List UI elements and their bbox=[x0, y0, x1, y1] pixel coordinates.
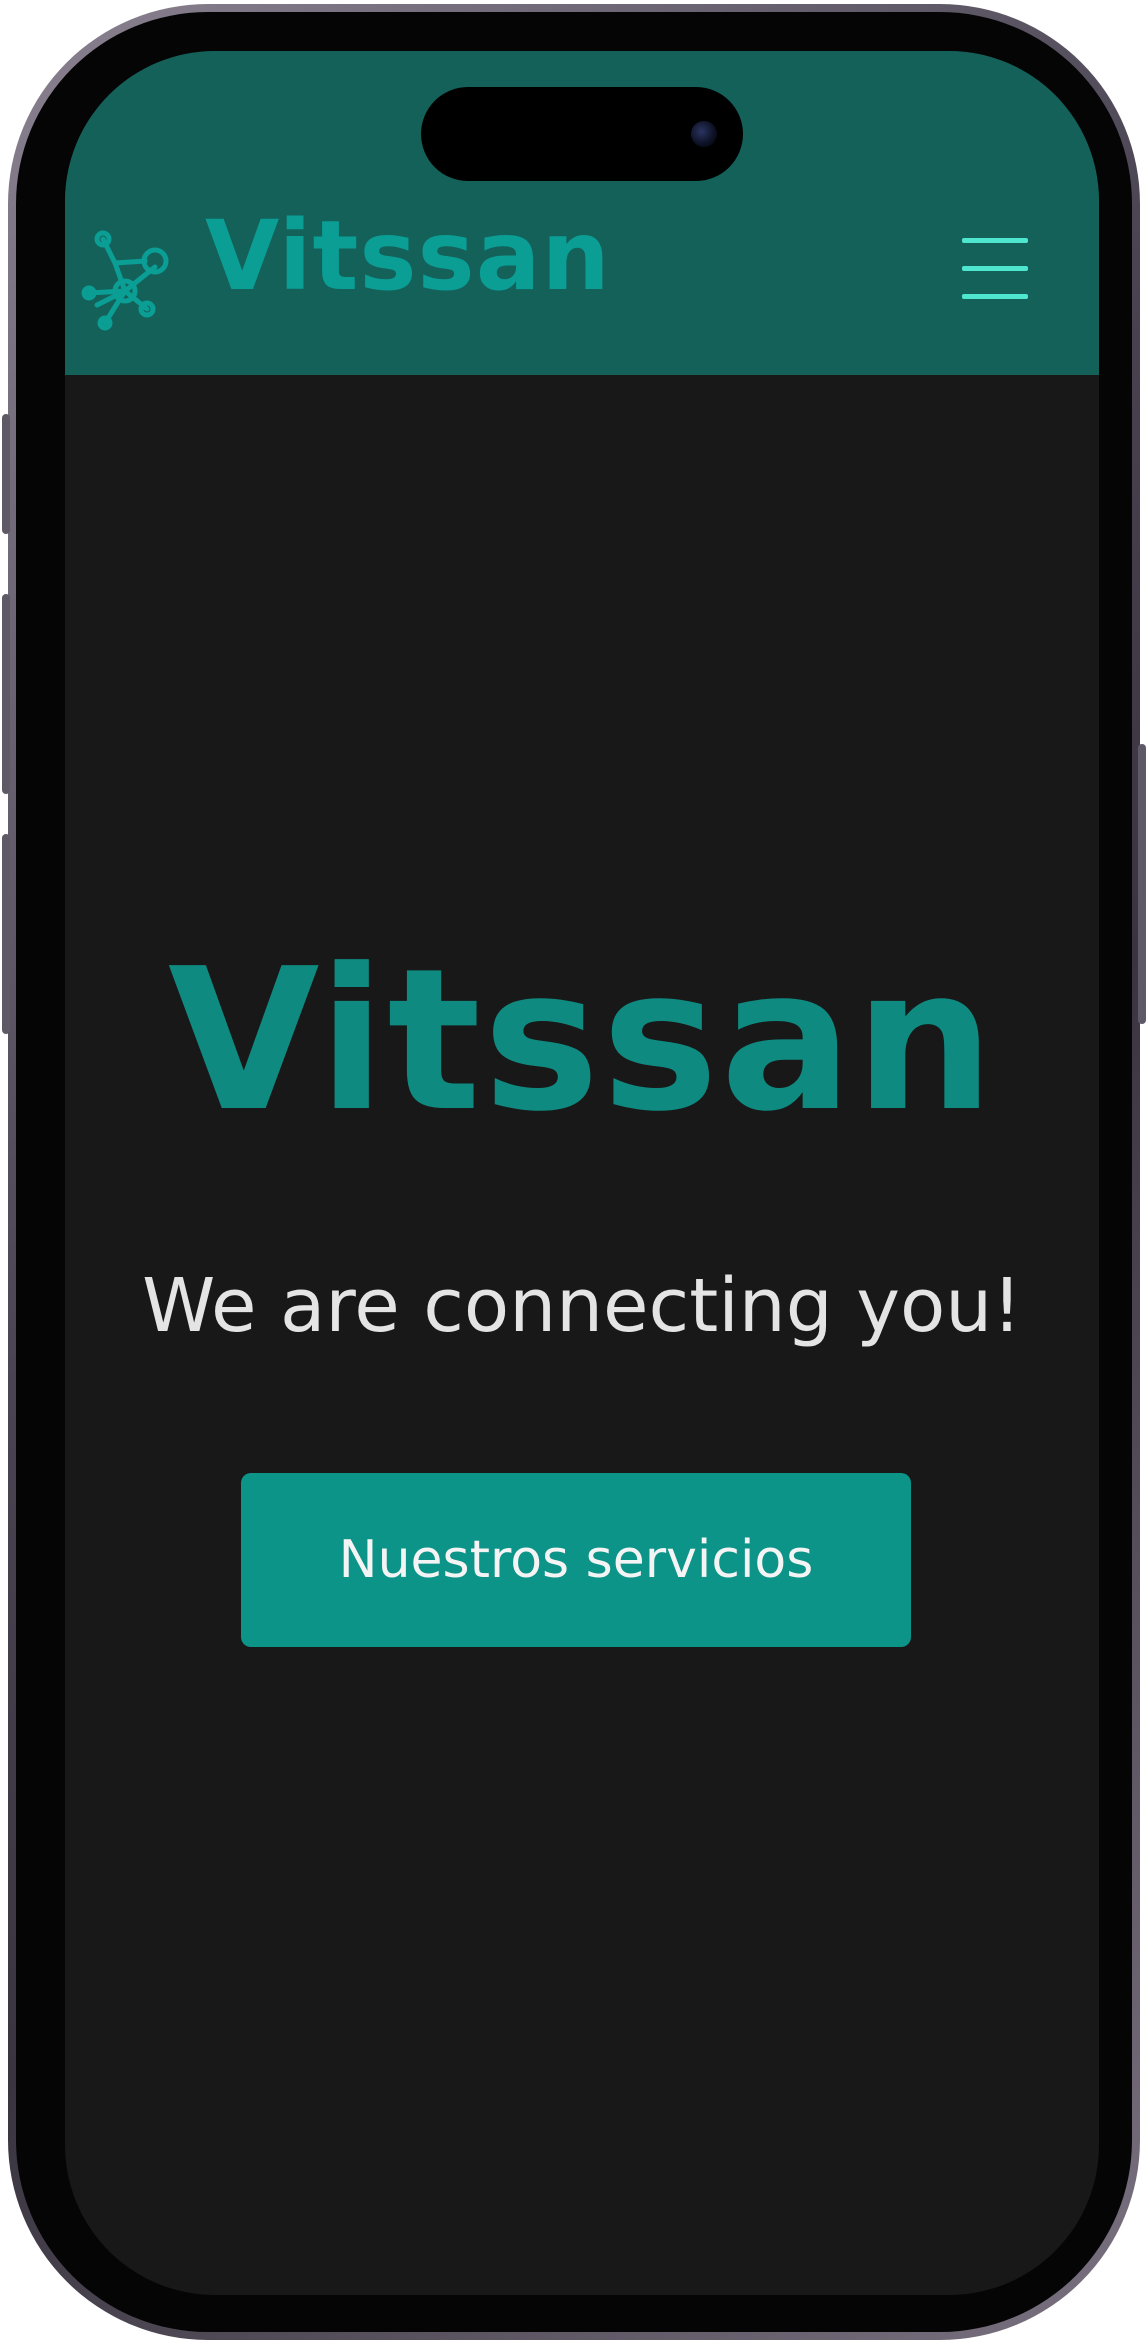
services-button[interactable]: Nuestros servicios bbox=[241, 1473, 911, 1647]
phone-power-button bbox=[1138, 744, 1146, 1024]
network-nodes-icon[interactable] bbox=[75, 201, 175, 331]
phone-volume-down-button bbox=[2, 834, 10, 1034]
menu-bar-middle bbox=[962, 266, 1028, 271]
camera-icon bbox=[691, 121, 717, 147]
phone-volume-up-button bbox=[2, 594, 10, 794]
brand-name[interactable]: Vitssan bbox=[205, 201, 611, 311]
dynamic-island bbox=[421, 87, 743, 181]
hero-subtitle: We are connecting you! bbox=[142, 1263, 1022, 1349]
device-screen: Vitssan Vitssan We are connecting you! N… bbox=[65, 51, 1099, 2295]
phone-action-button bbox=[2, 414, 10, 534]
phone-frame: Vitssan Vitssan We are connecting you! N… bbox=[2, 4, 1146, 2340]
menu-bar-top bbox=[962, 238, 1028, 243]
hero-title: Vitssan bbox=[167, 927, 997, 1155]
hamburger-menu-icon[interactable] bbox=[960, 236, 1030, 300]
menu-bar-bottom bbox=[962, 294, 1028, 299]
